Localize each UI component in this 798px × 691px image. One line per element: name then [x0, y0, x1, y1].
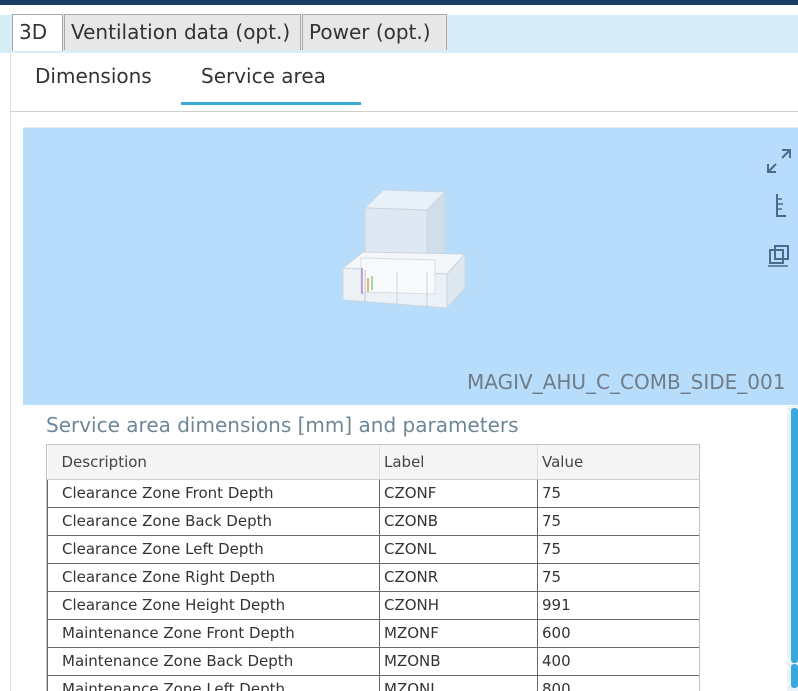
cell-description: Clearance Zone Back Depth: [47, 506, 380, 536]
table-row[interactable]: Clearance Zone Height Depth CZONH 991: [47, 590, 699, 620]
table-header-row: Description Label Value: [47, 445, 699, 480]
tab-ventilation-data[interactable]: Ventilation data (opt.): [64, 14, 301, 50]
cell-value[interactable]: 600: [537, 618, 699, 648]
cell-description: Maintenance Zone Front Depth: [47, 618, 380, 648]
tab-3d[interactable]: 3D: [12, 14, 63, 51]
sub-tab-bar: Dimensions Service area: [10, 54, 798, 112]
tab-power[interactable]: Power (opt.): [302, 14, 447, 50]
cell-description: Clearance Zone Height Depth: [47, 590, 380, 620]
cell-value[interactable]: 75: [537, 506, 699, 536]
cell-label: CZONH: [379, 590, 538, 620]
cell-description: Clearance Zone Left Depth: [47, 534, 380, 564]
cell-value[interactable]: 75: [537, 478, 699, 508]
cell-value[interactable]: 991: [537, 590, 699, 620]
cell-description: Maintenance Zone Left Depth: [47, 674, 380, 691]
column-header-label[interactable]: Label: [379, 445, 538, 480]
expand-icon[interactable]: [764, 146, 794, 176]
service-area-table-container: Description Label Value Clearance Zone F…: [46, 444, 700, 691]
table-row[interactable]: Maintenance Zone Left Depth MZONL 800: [47, 674, 699, 691]
cell-label: CZONL: [379, 534, 538, 564]
ahu-3d-model[interactable]: [335, 180, 470, 325]
cell-value[interactable]: 75: [537, 562, 699, 592]
panel-scrollbar-thumb[interactable]: [791, 408, 798, 663]
column-header-description[interactable]: Description: [47, 445, 380, 480]
cell-value[interactable]: 800: [537, 674, 699, 691]
cell-label: MZONB: [379, 646, 538, 676]
cell-label: MZONL: [379, 674, 538, 691]
ruler-icon[interactable]: [772, 192, 792, 218]
cell-label: MZONF: [379, 618, 538, 648]
service-area-title: Service area dimensions [mm] and paramet…: [46, 413, 519, 437]
table-row[interactable]: Clearance Zone Front Depth CZONF 75: [47, 478, 699, 508]
cell-description: Clearance Zone Front Depth: [47, 478, 380, 508]
model-name-label: MAGIV_AHU_C_COMB_SIDE_001: [467, 370, 786, 394]
cell-label: CZONF: [379, 478, 538, 508]
cell-value[interactable]: 75: [537, 534, 699, 564]
table-row[interactable]: Clearance Zone Right Depth CZONR 75: [47, 562, 699, 592]
cell-label: CZONR: [379, 562, 538, 592]
cell-description: Clearance Zone Right Depth: [47, 562, 380, 592]
panel-scrollbar-handle[interactable]: [791, 664, 798, 688]
cell-value[interactable]: 400: [537, 646, 699, 676]
active-subtab-indicator: [181, 102, 361, 105]
table-row[interactable]: Maintenance Zone Back Depth MZONB 400: [47, 646, 699, 676]
table-row[interactable]: Maintenance Zone Front Depth MZONF 600: [47, 618, 699, 648]
service-area-table: Description Label Value Clearance Zone F…: [47, 445, 699, 691]
table-row[interactable]: Clearance Zone Back Depth CZONB 75: [47, 506, 699, 536]
column-header-value[interactable]: Value: [537, 445, 699, 480]
subtab-dimensions[interactable]: Dimensions: [35, 64, 152, 88]
subtab-service-area[interactable]: Service area: [201, 64, 326, 88]
cell-label: CZONB: [379, 506, 538, 536]
cube-view-icon[interactable]: [766, 244, 792, 268]
table-row[interactable]: Clearance Zone Left Depth CZONL 75: [47, 534, 699, 564]
cell-description: Maintenance Zone Back Depth: [47, 646, 380, 676]
